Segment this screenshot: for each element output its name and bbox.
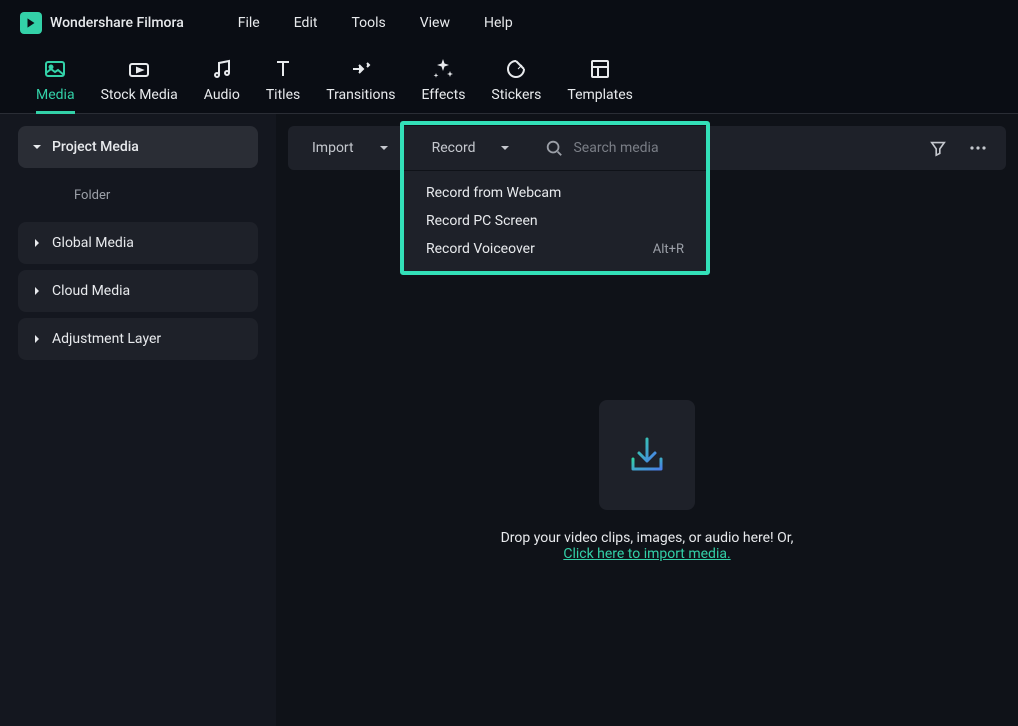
sidebar-label-adjustment-layer: Adjustment Layer bbox=[52, 331, 161, 347]
import-icon bbox=[599, 400, 695, 510]
stock-media-icon bbox=[127, 57, 151, 81]
tab-media-label: Media bbox=[36, 87, 75, 103]
record-menu-label: Record PC Screen bbox=[426, 213, 538, 229]
sidebar-label-cloud-media: Cloud Media bbox=[52, 283, 130, 299]
tab-templates-label: Templates bbox=[567, 87, 633, 103]
tab-titles[interactable]: Titles bbox=[266, 57, 300, 113]
audio-icon bbox=[210, 57, 234, 81]
record-menu: Record from Webcam Record PC Screen Reco… bbox=[404, 171, 706, 271]
menu-help[interactable]: Help bbox=[472, 11, 525, 35]
record-menu-item-voiceover[interactable]: Record Voiceover Alt+R bbox=[404, 235, 706, 263]
sidebar-item-adjustment-layer[interactable]: Adjustment Layer bbox=[18, 318, 258, 360]
record-menu-item-webcam[interactable]: Record from Webcam bbox=[404, 179, 706, 207]
tab-audio-label: Audio bbox=[204, 87, 240, 103]
sidebar-label-folder: Folder bbox=[74, 188, 110, 203]
media-icon bbox=[43, 57, 67, 81]
top-tabs: Media Stock Media Audio Titles Transitio… bbox=[0, 46, 1018, 114]
tab-transitions-label: Transitions bbox=[326, 87, 395, 103]
tab-stickers[interactable]: Stickers bbox=[491, 57, 541, 113]
stickers-icon bbox=[504, 57, 528, 81]
tab-effects-label: Effects bbox=[421, 87, 465, 103]
sidebar-item-global-media[interactable]: Global Media bbox=[18, 222, 258, 264]
record-menu-highlight: Record from Webcam Record PC Screen Reco… bbox=[400, 121, 710, 275]
title-bar: Wondershare Filmora File Edit Tools View… bbox=[0, 0, 1018, 46]
chevron-right-icon bbox=[32, 286, 42, 296]
more-icon[interactable] bbox=[968, 138, 988, 158]
tab-media[interactable]: Media bbox=[36, 57, 75, 113]
effects-icon bbox=[431, 57, 455, 81]
import-dropdown[interactable]: Import bbox=[306, 134, 402, 162]
chevron-down-icon bbox=[378, 142, 390, 154]
chevron-down-icon bbox=[32, 142, 42, 152]
record-menu-shortcut: Alt+R bbox=[653, 242, 684, 257]
main-area: Project Media Folder Global Media Cloud … bbox=[0, 114, 1018, 726]
sidebar-item-project-media[interactable]: Project Media bbox=[18, 126, 258, 168]
templates-icon bbox=[588, 57, 612, 81]
record-menu-label: Record from Webcam bbox=[426, 185, 561, 201]
sidebar: Project Media Folder Global Media Cloud … bbox=[0, 114, 276, 726]
sidebar-label-project-media: Project Media bbox=[52, 139, 139, 155]
tab-transitions[interactable]: Transitions bbox=[326, 57, 395, 113]
sidebar-item-folder[interactable]: Folder bbox=[18, 174, 258, 216]
sidebar-label-global-media: Global Media bbox=[52, 235, 134, 251]
filmora-logo-icon bbox=[20, 12, 42, 34]
dropzone-link[interactable]: Click here to import media. bbox=[563, 546, 730, 562]
record-menu-label: Record Voiceover bbox=[426, 241, 535, 257]
menu-bar: File Edit Tools View Help bbox=[226, 11, 525, 35]
dropzone[interactable]: Drop your video clips, images, or audio … bbox=[276, 400, 1018, 562]
tab-titles-label: Titles bbox=[266, 87, 300, 103]
app-logo: Wondershare Filmora bbox=[20, 12, 184, 34]
transitions-icon bbox=[349, 57, 373, 81]
toolbar-right bbox=[928, 138, 988, 158]
chevron-right-icon bbox=[32, 334, 42, 344]
tab-stock-media-label: Stock Media bbox=[101, 87, 178, 103]
tab-templates[interactable]: Templates bbox=[567, 57, 633, 113]
import-label: Import bbox=[312, 140, 354, 156]
app-title: Wondershare Filmora bbox=[50, 15, 184, 31]
record-menu-item-pc-screen[interactable]: Record PC Screen bbox=[404, 207, 706, 235]
filter-icon[interactable] bbox=[928, 138, 948, 158]
sidebar-item-cloud-media[interactable]: Cloud Media bbox=[18, 270, 258, 312]
menu-edit[interactable]: Edit bbox=[282, 11, 330, 35]
titles-icon bbox=[271, 57, 295, 81]
tab-effects[interactable]: Effects bbox=[421, 57, 465, 113]
tab-audio[interactable]: Audio bbox=[204, 57, 240, 113]
dropzone-text: Drop your video clips, images, or audio … bbox=[501, 530, 794, 546]
menu-file[interactable]: File bbox=[226, 11, 272, 35]
menu-view[interactable]: View bbox=[408, 11, 462, 35]
content-area: Import Record bbox=[276, 114, 1018, 726]
chevron-right-icon bbox=[32, 238, 42, 248]
tab-stock-media[interactable]: Stock Media bbox=[101, 57, 178, 113]
menu-tools[interactable]: Tools bbox=[339, 11, 397, 35]
tab-stickers-label: Stickers bbox=[491, 87, 541, 103]
